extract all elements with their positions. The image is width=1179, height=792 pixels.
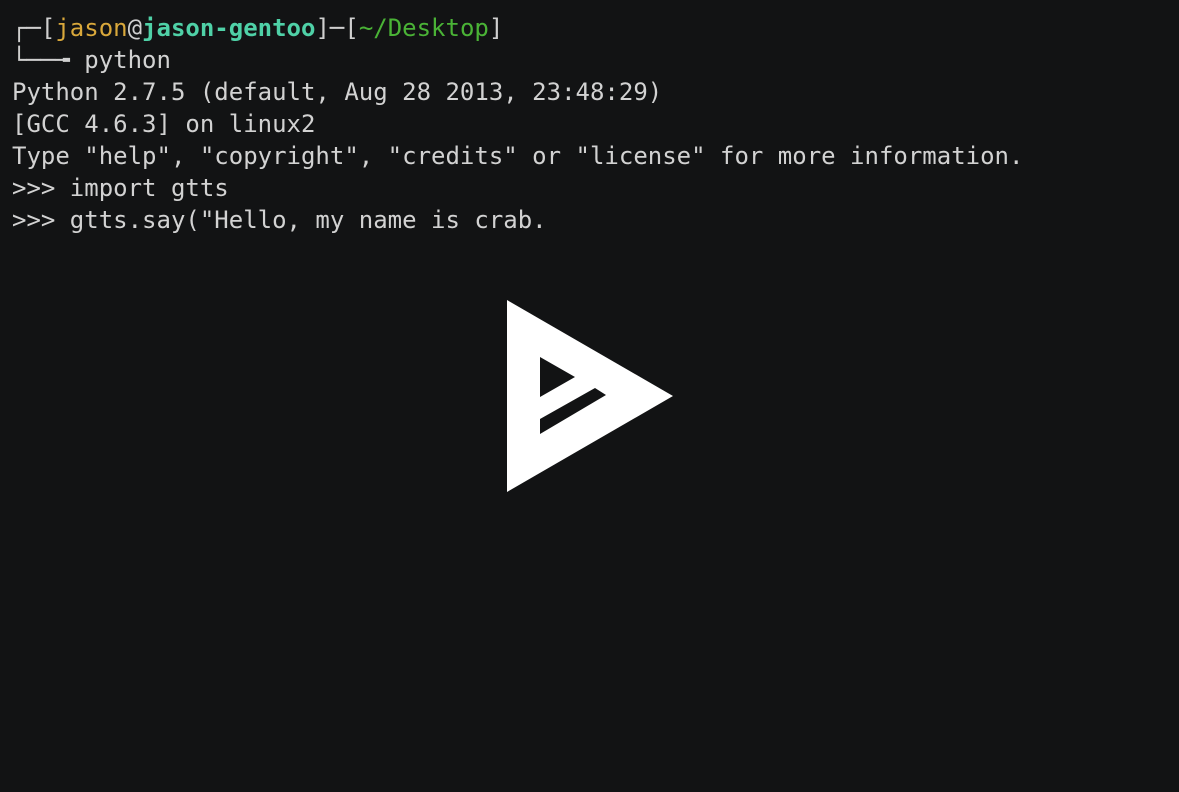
command-line: └──╼ python xyxy=(12,44,1179,76)
asciinema-play-icon xyxy=(507,300,673,492)
output-line-python-version: Python 2.7.5 (default, Aug 28 2013, 23:4… xyxy=(12,78,663,106)
prompt-line: ┌─[jason@jason-gentoo]─[~/Desktop] xyxy=(12,12,1179,44)
prompt-close: ] xyxy=(488,14,504,42)
prompt-at: @ xyxy=(127,14,143,42)
terminal-window[interactable]: ┌─[jason@jason-gentoo]─[~/Desktop] └──╼ … xyxy=(0,0,1179,792)
asciinema-play-button[interactable] xyxy=(507,300,673,492)
prompt-host: jason-gentoo xyxy=(142,14,316,42)
prompt-box-bottom: └──╼ xyxy=(12,46,70,74)
prompt-separator: ]─[ xyxy=(315,14,359,42)
output-line-help: Type "help", "copyright", "credits" or "… xyxy=(12,142,1024,170)
prompt-user: jason xyxy=(55,14,128,42)
output-line-import: >>> import gtts xyxy=(12,174,229,202)
output-line-gcc: [GCC 4.6.3] on linux2 xyxy=(12,110,316,138)
prompt-box-top: ┌─[ xyxy=(12,14,56,42)
command-text: python xyxy=(69,46,171,74)
output-line-say: >>> gtts.say("Hello, my name is crab. xyxy=(12,206,547,234)
prompt-path: ~/Desktop xyxy=(358,14,489,42)
